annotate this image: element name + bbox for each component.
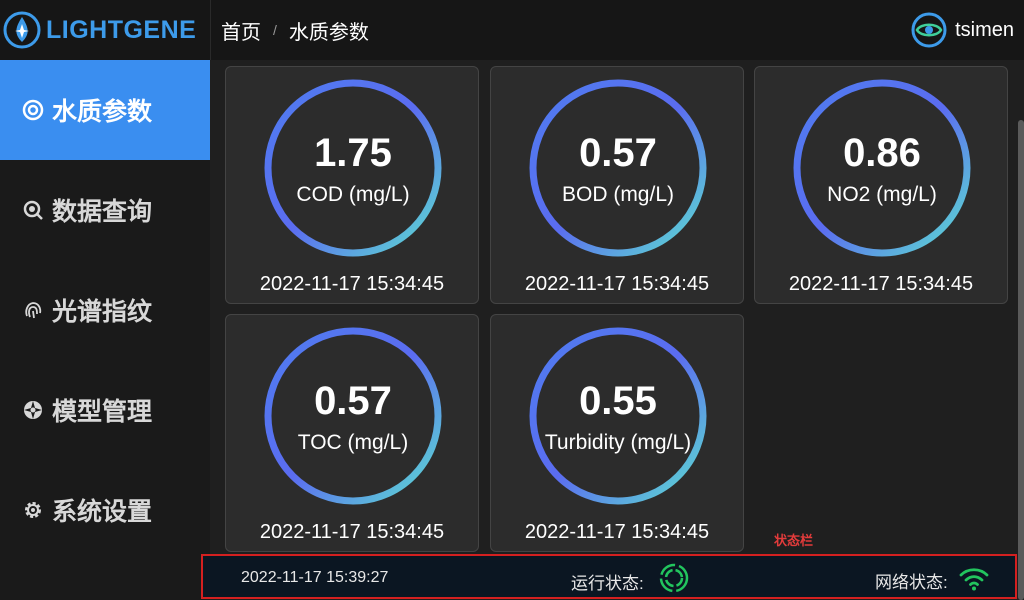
- gauge-timestamp: 2022-11-17 15:34:45: [259, 273, 445, 295]
- sidebar-item-system-settings[interactable]: 系统设置: [0, 460, 210, 560]
- username: tsimen: [955, 18, 1014, 41]
- sidebar-item-label: 系统设置: [52, 498, 153, 526]
- gauge-value: 0.86: [843, 131, 921, 175]
- gauge: 0.57 TOC (mg/L): [262, 325, 444, 507]
- wifi-icon: [959, 567, 989, 590]
- logo: LIGHTGENE: [0, 0, 210, 60]
- gauge-card-turbidity: 0.55 Turbidity (mg/L) 2022-11-17 15:34:4…: [490, 314, 744, 552]
- gauge-timestamp: 2022-11-17 15:34:45: [259, 521, 445, 543]
- gauge-card-bod: 0.57 BOD (mg/L) 2022-11-17 15:34:45: [490, 66, 744, 304]
- main-content: 1.75 COD (mg/L) 2022-11-17 15:34:45 0.57…: [210, 60, 1024, 600]
- breadcrumb-home[interactable]: 首页: [221, 16, 261, 45]
- user-menu[interactable]: tsimen: [911, 12, 1014, 48]
- breadcrumb: 首页 / 水质参数: [211, 16, 369, 45]
- spinner-icon: [659, 563, 688, 593]
- fingerprint-icon: [22, 299, 44, 321]
- run-status: 运行状态:: [571, 563, 690, 594]
- gauge-value: 0.55: [579, 379, 657, 423]
- target-icon: [22, 99, 44, 121]
- run-status-label: 运行状态:: [571, 573, 644, 593]
- gauge-label: NO2 (mg/L): [827, 183, 937, 206]
- sidebar-item-label: 模型管理: [52, 398, 153, 426]
- header: 首页 / 水质参数 tsimen: [210, 0, 1024, 60]
- gauge-label: BOD (mg/L): [561, 183, 674, 206]
- gauge-label: Turbidity (mg/L): [544, 431, 692, 454]
- gauge: 1.75 COD (mg/L): [262, 77, 444, 259]
- aperture-icon: [22, 399, 44, 421]
- brand-name: LIGHTGENE: [46, 15, 197, 44]
- gauge-card-cod: 1.75 COD (mg/L) 2022-11-17 15:34:45: [225, 66, 479, 304]
- sidebar-item-model-management[interactable]: 模型管理: [0, 360, 210, 460]
- statusbar-annotation: 状态栏: [774, 533, 814, 548]
- sidebar-item-data-query[interactable]: 数据查询: [0, 160, 210, 260]
- gauge-card-no2: 0.86 NO2 (mg/L) 2022-11-17 15:34:45: [754, 66, 1008, 304]
- gear-icon: [22, 499, 44, 521]
- gauge-value: 0.57: [314, 379, 392, 423]
- network-status: 网络状态:: [875, 567, 990, 593]
- sidebar-item-label: 数据查询: [52, 198, 153, 226]
- gauge-value: 0.57: [579, 131, 657, 175]
- gauge-label: TOC (mg/L): [297, 431, 409, 454]
- sidebar-item-water-quality[interactable]: 水质参数: [0, 60, 210, 160]
- statusbar: 2022-11-17 15:39:27 运行状态: 网络状态:: [201, 554, 1017, 599]
- network-status-label: 网络状态:: [875, 573, 948, 592]
- sidebar: LIGHTGENE 水质参数 数据查询 光谱指纹 模型管理 系统设置: [0, 0, 210, 600]
- breadcrumb-current: 水质参数: [288, 21, 369, 44]
- app-window: LIGHTGENE 水质参数 数据查询 光谱指纹 模型管理 系统设置 首页 / …: [0, 0, 1024, 600]
- gauge-label: COD (mg/L): [296, 183, 410, 206]
- lightgene-logo-icon: [3, 11, 41, 49]
- gauge: 0.55 Turbidity (mg/L): [527, 325, 709, 507]
- search-icon: [22, 199, 44, 221]
- sidebar-item-spectral-fingerprint[interactable]: 光谱指纹: [0, 260, 210, 360]
- gauge: 0.57 BOD (mg/L): [527, 77, 709, 259]
- sidebar-item-label: 水质参数: [52, 98, 153, 126]
- gauge-timestamp: 2022-11-17 15:34:45: [788, 273, 974, 295]
- sidebar-item-label: 光谱指纹: [52, 298, 153, 326]
- sidebar-nav: 水质参数 数据查询 光谱指纹 模型管理 系统设置: [0, 60, 210, 560]
- gauge-timestamp: 2022-11-17 15:34:45: [524, 273, 710, 295]
- gauge-value: 1.75: [314, 131, 392, 175]
- avatar: [911, 12, 947, 48]
- statusbar-time: 2022-11-17 15:39:27: [241, 569, 389, 586]
- vertical-scrollbar[interactable]: [1018, 120, 1024, 600]
- gauge: 0.86 NO2 (mg/L): [791, 77, 973, 259]
- gauge-card-toc: 0.57 TOC (mg/L) 2022-11-17 15:34:45: [225, 314, 479, 552]
- breadcrumb-separator: /: [273, 22, 277, 38]
- gauge-timestamp: 2022-11-17 15:34:45: [524, 521, 710, 543]
